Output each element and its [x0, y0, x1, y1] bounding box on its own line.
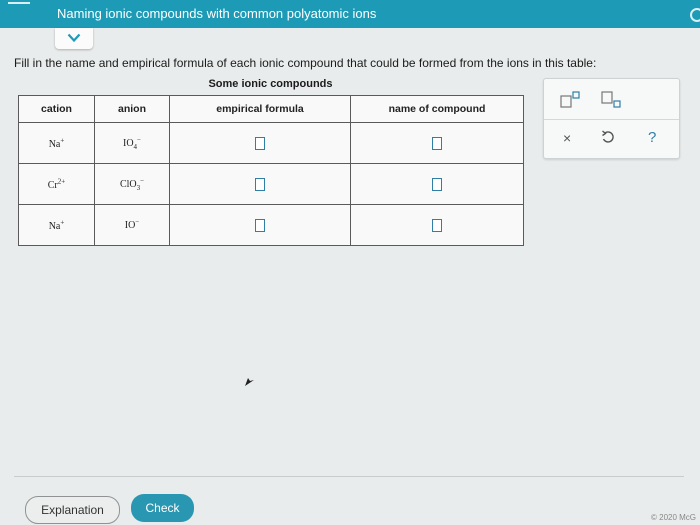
instructions-text: Fill in the name and empirical formula o…	[14, 56, 597, 70]
header-bar: Naming ionic compounds with common polya…	[0, 0, 700, 28]
anion-formula: IO4−	[122, 135, 141, 151]
name-answer-cell	[350, 163, 524, 205]
empirical-formula-input[interactable]	[255, 177, 265, 191]
compound-name-input[interactable]	[432, 177, 442, 191]
help-icon[interactable]: ?	[648, 129, 656, 146]
cation-formula: Na+	[48, 136, 65, 150]
cation-cell: Na+	[18, 122, 95, 164]
ionic-compounds-table: cation anion empirical formula name of c…	[18, 95, 524, 246]
empirical-formula-input[interactable]	[255, 218, 265, 232]
cursor-icon	[245, 378, 254, 386]
subscript-icon[interactable]	[601, 91, 623, 109]
close-icon[interactable]: ×	[563, 130, 571, 146]
table-row: Na+ IO−	[18, 204, 524, 246]
copyright-text: © 2020 McG	[651, 513, 697, 522]
anion-formula: IO−	[124, 217, 140, 231]
explanation-button[interactable]: Explanation	[25, 496, 120, 524]
header-cation: cation	[18, 95, 95, 123]
cation-cell: Na+	[18, 204, 95, 246]
toolbox-divider	[544, 119, 679, 120]
anion-cell: IO4−	[94, 122, 170, 164]
empirical-formula-input[interactable]	[255, 136, 265, 150]
table-caption: Some ionic compounds	[208, 78, 333, 90]
cation-formula: Na+	[48, 218, 65, 232]
anion-formula: ClO3−	[119, 176, 145, 192]
header-anion: anion	[94, 95, 170, 123]
footer-divider	[14, 476, 684, 477]
anion-cell: IO−	[94, 204, 170, 246]
header-compound-name: name of compound	[350, 95, 524, 123]
cation-formula: Cr2+	[47, 177, 66, 191]
compound-name-input[interactable]	[432, 136, 442, 150]
corner-icon[interactable]	[690, 8, 700, 22]
table-row: Na+ IO4−	[18, 122, 524, 164]
table-row: Cr2+ ClO3−	[18, 163, 524, 205]
header-empirical-formula: empirical formula	[169, 95, 351, 123]
collapse-toggle[interactable]	[55, 28, 93, 49]
formula-answer-cell	[169, 204, 351, 246]
superscript-icon[interactable]	[560, 91, 582, 109]
cation-cell: Cr2+	[18, 163, 95, 205]
compound-name-input[interactable]	[432, 218, 442, 232]
chevron-down-icon	[67, 33, 81, 43]
formula-answer-cell	[169, 122, 351, 164]
check-button[interactable]: Check	[131, 494, 194, 522]
anion-cell: ClO3−	[94, 163, 170, 205]
answer-toolbox: × ?	[543, 78, 680, 159]
menu-icon[interactable]	[4, 0, 34, 28]
page-title: Naming ionic compounds with common polya…	[57, 6, 377, 21]
name-answer-cell	[350, 204, 524, 246]
formula-answer-cell	[169, 163, 351, 205]
name-answer-cell	[350, 122, 524, 164]
table-header-row: cation anion empirical formula name of c…	[18, 95, 524, 123]
undo-icon[interactable]	[601, 129, 615, 145]
